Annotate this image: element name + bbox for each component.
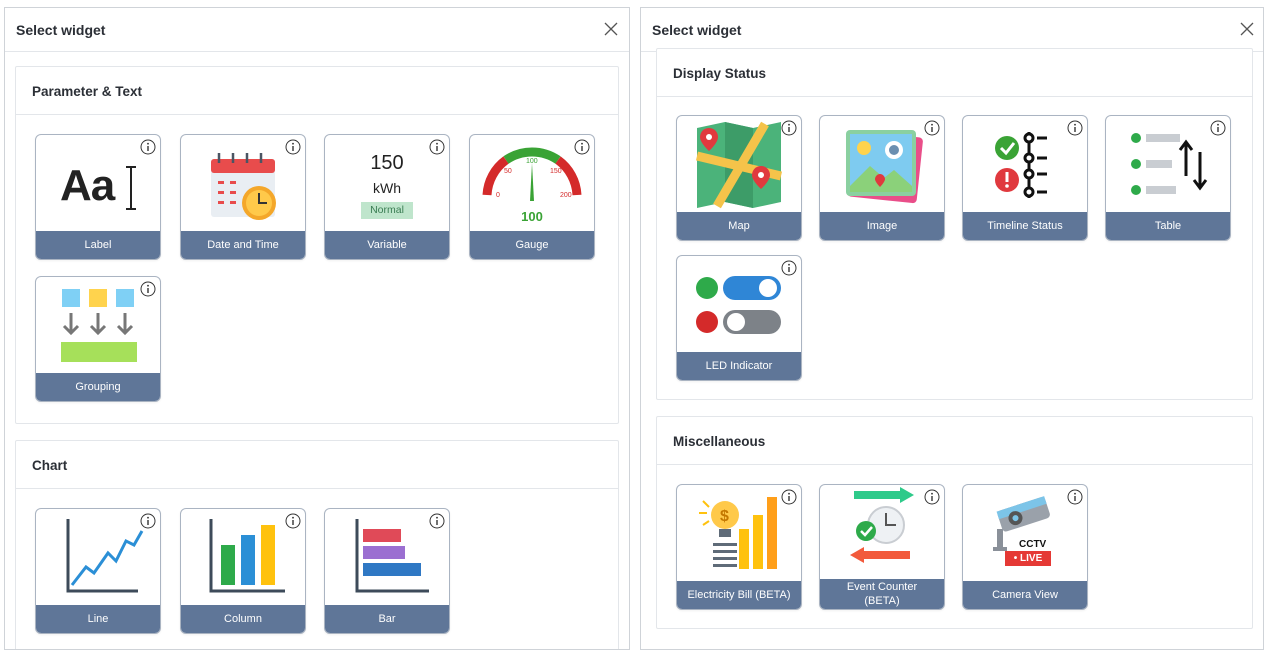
widget-card-footer: Camera View <box>963 581 1087 609</box>
info-icon[interactable] <box>574 139 590 155</box>
widget-card-timeline-status[interactable]: Timeline Status <box>962 115 1088 241</box>
dialog-title: Select widget <box>16 22 106 38</box>
info-icon[interactable] <box>140 513 156 529</box>
widget-card-column[interactable]: Column <box>180 508 306 634</box>
section-title: Parameter & Text <box>32 84 143 99</box>
gauge-tick-50: 50 <box>504 168 512 175</box>
gauge-tick-100: 100 <box>526 158 538 165</box>
gauge-tick-200: 200 <box>560 192 572 199</box>
widget-card-date-and-time[interactable]: Date and Time <box>180 134 306 260</box>
section-title: Display Status <box>673 66 767 81</box>
widget-card-bar[interactable]: Bar <box>324 508 450 634</box>
widget-card-grouping[interactable]: Grouping <box>35 276 161 402</box>
info-icon[interactable] <box>924 489 940 505</box>
widget-card-footer: Grouping <box>36 373 160 401</box>
widget-card-footer: Line <box>36 605 160 633</box>
section-header: Miscellaneous <box>657 417 1252 465</box>
widget-card-variable[interactable]: 150 kWh Normal Variable <box>324 134 450 260</box>
info-icon[interactable] <box>1067 489 1083 505</box>
widget-card-map[interactable]: Map <box>676 115 802 241</box>
section-header: Chart <box>16 441 618 489</box>
close-icon[interactable] <box>1237 19 1257 39</box>
info-icon[interactable] <box>140 281 156 297</box>
info-icon[interactable] <box>285 139 301 155</box>
widget-card-footer: Event Counter (BETA) <box>820 579 944 609</box>
widget-card-footer: Bar <box>325 605 449 633</box>
section-header: Parameter & Text <box>16 67 618 115</box>
select-widget-dialog-right: Select widget Display Status Map Image T… <box>640 7 1264 650</box>
section-display-status: Display Status Map Image Timeline Status… <box>656 48 1253 400</box>
variable-value: 150 <box>370 152 404 174</box>
section-miscellaneous: Miscellaneous $ Electricity Bill (BETA) … <box>656 416 1253 629</box>
info-icon[interactable] <box>140 139 156 155</box>
dialog-header: Select widget <box>5 8 629 52</box>
gauge-tick-0: 0 <box>496 192 500 199</box>
widget-card-footer: Electricity Bill (BETA) <box>677 581 801 609</box>
widget-card-line[interactable]: Line <box>35 508 161 634</box>
widget-card-footer: Gauge <box>470 231 594 259</box>
widget-card-footer: Date and Time <box>181 231 305 259</box>
variable-unit: kWh <box>373 180 401 196</box>
widget-card-gauge[interactable]: 0 50 100 150 200 100 Gauge <box>469 134 595 260</box>
gauge-tick-150: 150 <box>550 168 562 175</box>
widget-card-footer: Label <box>36 231 160 259</box>
status-badge: Normal <box>361 202 413 219</box>
info-icon[interactable] <box>429 513 445 529</box>
close-icon[interactable] <box>601 19 621 39</box>
widget-card-camera-view[interactable]: CCTV • LIVE Camera View <box>962 484 1088 610</box>
info-icon[interactable] <box>285 513 301 529</box>
widget-card-led-indicator[interactable]: LED Indicator <box>676 255 802 381</box>
widget-card-footer: Map <box>677 212 801 240</box>
svg-text:$: $ <box>720 508 729 525</box>
widget-card-image[interactable]: Image <box>819 115 945 241</box>
widget-card-event-counter[interactable]: Event Counter (BETA) <box>819 484 945 610</box>
widget-card-footer: LED Indicator <box>677 352 801 380</box>
widget-card-footer: Column <box>181 605 305 633</box>
select-widget-dialog-left: Select widget Parameter & Text Aa Label <box>4 7 630 650</box>
widget-card-footer: Image <box>820 212 944 240</box>
widget-card-footer: Variable <box>325 231 449 259</box>
widget-card-footer: Timeline Status <box>963 212 1087 240</box>
info-icon[interactable] <box>924 120 940 136</box>
gauge-value: 100 <box>521 209 543 224</box>
info-icon[interactable] <box>1067 120 1083 136</box>
widget-card-label[interactable]: Aa Label <box>35 134 161 260</box>
info-icon[interactable] <box>429 139 445 155</box>
widget-card-footer: Table <box>1106 212 1230 240</box>
section-title: Miscellaneous <box>673 434 766 449</box>
section-chart: Chart Line Column Bar <box>15 440 619 649</box>
info-icon[interactable] <box>781 489 797 505</box>
section-parameter-text: Parameter & Text Aa Label Date and Time … <box>15 66 619 424</box>
live-badge: • LIVE <box>1005 551 1051 566</box>
dialog-title: Select widget <box>652 22 742 38</box>
section-header: Display Status <box>657 49 1252 97</box>
dialog-header: Select widget <box>641 8 1263 52</box>
cctv-label: CCTV <box>1019 539 1047 550</box>
section-title: Chart <box>32 458 68 473</box>
widget-card-electricity-bill[interactable]: $ Electricity Bill (BETA) <box>676 484 802 610</box>
info-icon[interactable] <box>781 120 797 136</box>
info-icon[interactable] <box>781 260 797 276</box>
info-icon[interactable] <box>1210 120 1226 136</box>
widget-card-table[interactable]: Table <box>1105 115 1231 241</box>
